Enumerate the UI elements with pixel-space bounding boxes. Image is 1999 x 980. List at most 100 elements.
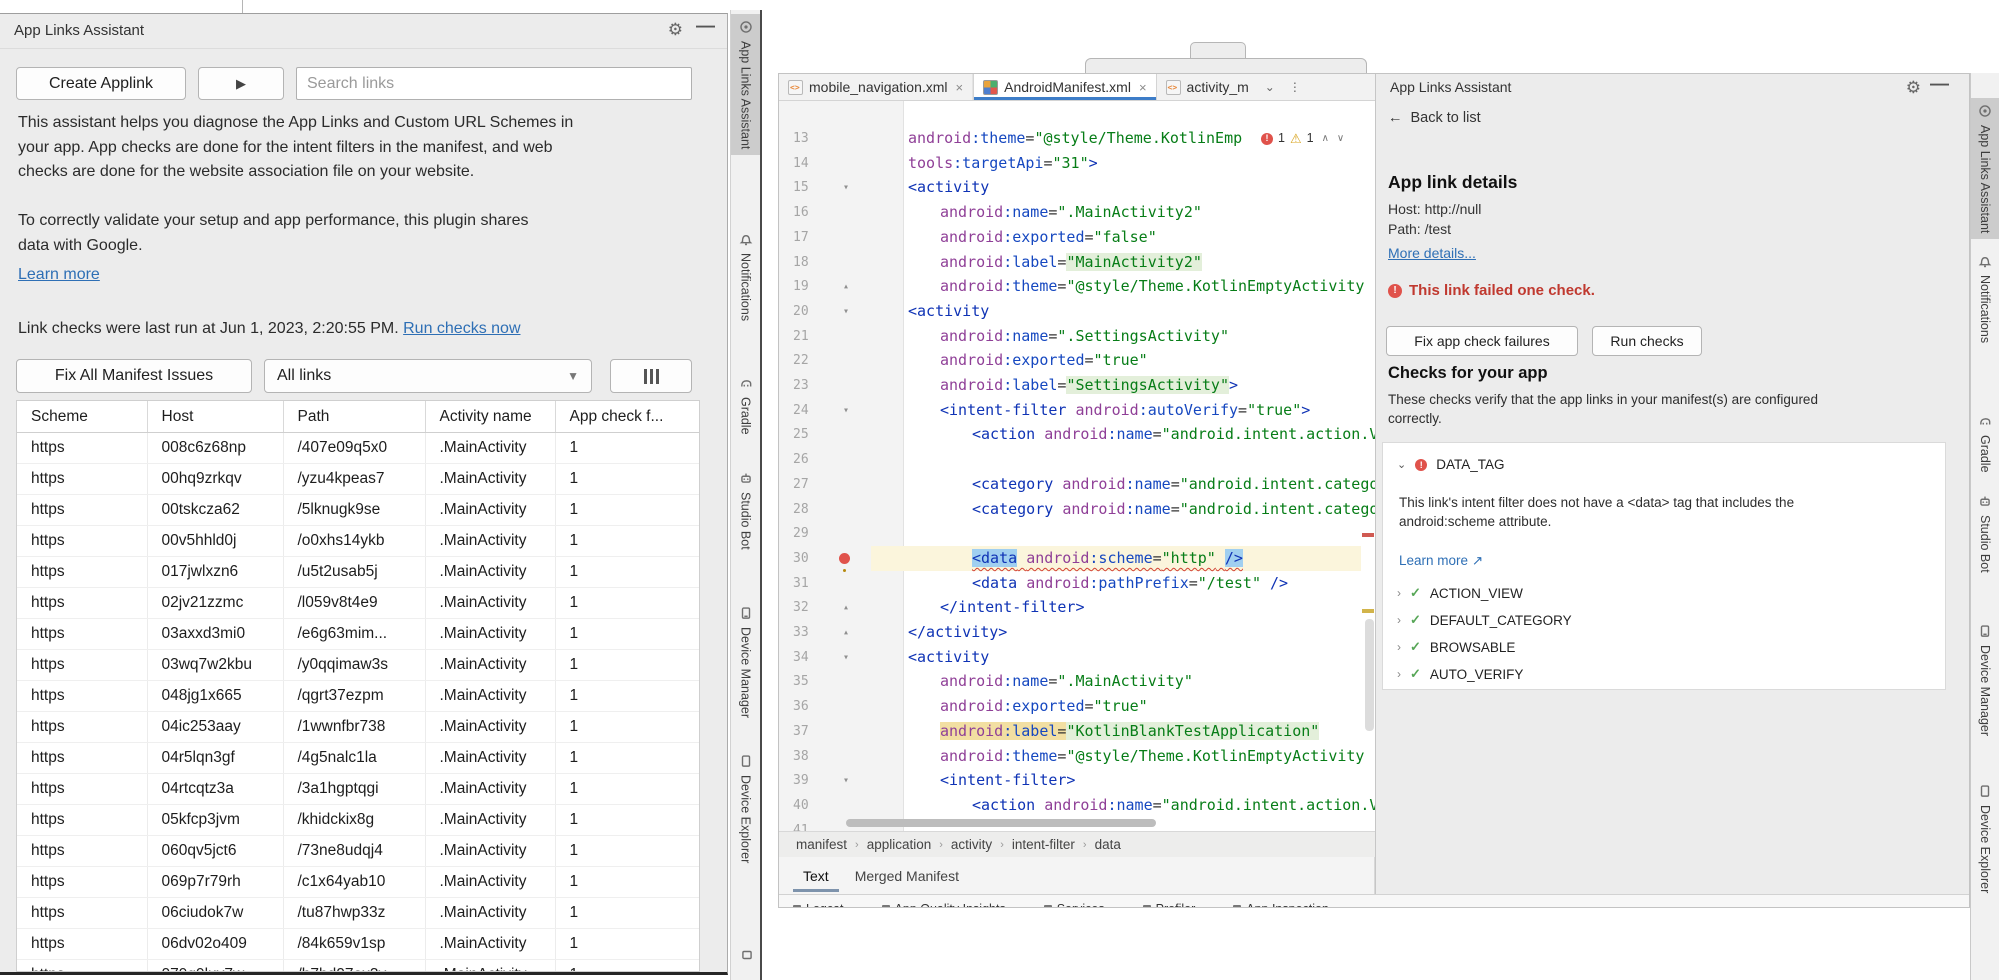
- code-line-14[interactable]: 14tools:targetApi="31">: [779, 151, 1375, 176]
- table-row[interactable]: https017jwlxzn6/u5t2usab5j.MainActivity1: [17, 557, 699, 588]
- table-row[interactable]: https060qv5jct6/73ne8udqj4.MainActivity1: [17, 836, 699, 867]
- vertical-scrollbar[interactable]: [1365, 619, 1374, 731]
- table-row[interactable]: https00tskcza62/5lknugk9se.MainActivity1: [17, 495, 699, 526]
- gear-icon[interactable]: ⚙: [1906, 78, 1921, 98]
- sidebar-tab-device-manager[interactable]: Device Manager: [731, 600, 760, 724]
- code-line-34[interactable]: 34▾<activity: [779, 645, 1375, 670]
- next-issue-icon[interactable]: ∨: [1337, 126, 1344, 151]
- code-line-25[interactable]: 25<action android:name="android.intent.a…: [779, 422, 1375, 447]
- editor-tab-activity_m[interactable]: activity_m: [1157, 74, 1258, 100]
- column-header[interactable]: Host: [147, 401, 283, 433]
- column-header[interactable]: Path: [283, 401, 425, 433]
- breadcrumb-item[interactable]: data: [1095, 837, 1121, 852]
- column-settings-button[interactable]: [610, 359, 692, 393]
- column-header[interactable]: App check f...: [555, 401, 699, 433]
- run-checks-now-link[interactable]: Run checks now: [403, 320, 520, 337]
- column-header[interactable]: Scheme: [17, 401, 147, 433]
- tab-list-chevron-icon[interactable]: ⌄: [1258, 74, 1282, 100]
- bottom-tab-merged-manifest[interactable]: Merged Manifest: [855, 868, 959, 884]
- table-row[interactable]: https008c6z68np/407e09q5x0.MainActivity1: [17, 433, 699, 464]
- code-line-23[interactable]: 23android:label="SettingsActivity">: [779, 373, 1375, 398]
- fold-icon[interactable]: ▾: [843, 175, 849, 200]
- code-line-39[interactable]: 39▾<intent-filter>: [779, 768, 1375, 793]
- fold-icon[interactable]: ▾: [843, 398, 849, 423]
- create-applink-button[interactable]: Create Applink: [16, 67, 186, 100]
- fold-icon[interactable]: ▴: [843, 620, 849, 645]
- fold-icon[interactable]: ▴: [843, 274, 849, 299]
- sidebar-tab-app-links-assistant[interactable]: App Links Assistant: [1971, 98, 1999, 239]
- code-line-19[interactable]: 19▴android:theme="@style/Theme.KotlinEmp…: [779, 274, 1375, 299]
- search-input[interactable]: [296, 67, 692, 100]
- back-to-list-link[interactable]: ← Back to list: [1388, 110, 1481, 126]
- sidebar-tab-app-links-assistant[interactable]: App Links Assistant: [731, 14, 760, 155]
- table-row[interactable]: https048jg1x665/qgrt37ezpm.MainActivity1: [17, 681, 699, 712]
- table-row[interactable]: https05kfcp3jvm/khidckix8g.MainActivity1: [17, 805, 699, 836]
- code-line-15[interactable]: 15▾<activity: [779, 175, 1375, 200]
- code-line-26[interactable]: 26: [779, 447, 1375, 472]
- column-header[interactable]: Activity name: [425, 401, 555, 433]
- inspection-widget[interactable]: !1⚠1∧∨: [1261, 126, 1344, 151]
- code-line-17[interactable]: 17android:exported="false": [779, 225, 1375, 250]
- code-line-18[interactable]: 18android:label="MainActivity2": [779, 250, 1375, 275]
- table-row[interactable]: https02jv21zzmc/l059v8t4e9.MainActivity1: [17, 588, 699, 619]
- gear-icon[interactable]: ⚙: [668, 20, 683, 40]
- editor-tab-mobile_navigation.xml[interactable]: mobile_navigation.xml×: [779, 74, 973, 100]
- horizontal-scrollbar[interactable]: [846, 819, 1156, 827]
- prev-issue-icon[interactable]: ∧: [1322, 126, 1329, 151]
- code-line-38[interactable]: 38android:theme="@style/Theme.KotlinEmpt…: [779, 744, 1375, 769]
- code-line-24[interactable]: 24▾<intent-filter android:autoVerify="tr…: [779, 398, 1375, 423]
- table-row[interactable]: https069p7r79rh/c1x64yab10.MainActivity1: [17, 867, 699, 898]
- code-line-13[interactable]: 13android:theme="@style/Theme.KotlinEmp!…: [779, 126, 1375, 151]
- passed-check-row-default_category[interactable]: ›✓DEFAULT_CATEGORY: [1397, 612, 1572, 628]
- code-line-20[interactable]: 20▾<activity: [779, 299, 1375, 324]
- code-line-30[interactable]: 30<data android:scheme="http" />: [779, 546, 1375, 571]
- close-icon[interactable]: ×: [956, 80, 964, 95]
- fold-icon[interactable]: ▴: [843, 595, 849, 620]
- passed-check-row-auto_verify[interactable]: ›✓AUTO_VERIFY: [1397, 666, 1523, 682]
- table-row[interactable]: https00v5hhld0j/o0xhs14ykb.MainActivity1: [17, 526, 699, 557]
- code-line-31[interactable]: 31<data android:pathPrefix="/test" />: [779, 571, 1375, 596]
- table-header-row[interactable]: SchemeHostPathActivity nameApp check f..…: [17, 401, 699, 433]
- window-titlebar[interactable]: App Links Assistant ⚙ —: [0, 14, 727, 49]
- breadcrumb-item[interactable]: intent-filter: [1012, 837, 1075, 852]
- code-line-28[interactable]: 28<category android:name="android.intent…: [779, 497, 1375, 522]
- toolbar-item-app-inspection[interactable]: App Inspection: [1233, 898, 1329, 908]
- code-line-29[interactable]: 29: [779, 521, 1375, 546]
- failed-check-row[interactable]: ⌄ ! DATA_TAG: [1397, 457, 1504, 472]
- sidebar-tab-studio-bot[interactable]: Studio Bot: [1971, 488, 1999, 579]
- code-editor[interactable]: 13android:theme="@style/Theme.KotlinEmp!…: [779, 101, 1375, 831]
- more-options-icon[interactable]: ⋮: [1282, 74, 1308, 100]
- breadcrumb-item[interactable]: activity: [951, 837, 992, 852]
- code-line-40[interactable]: 40<action android:name="android.intent.a…: [779, 793, 1375, 818]
- sidebar-tab-notifications[interactable]: Notifications: [1971, 248, 1999, 349]
- error-bulb-icon[interactable]: [839, 553, 850, 564]
- sidebar-tab-device-explorer[interactable]: Device Explorer: [1971, 778, 1999, 899]
- toolbar-item-services[interactable]: Services: [1044, 898, 1105, 908]
- passed-check-row-action_view[interactable]: ›✓ACTION_VIEW: [1397, 585, 1523, 601]
- play-button[interactable]: ▶: [198, 67, 284, 100]
- code-line-37[interactable]: 37android:label="KotlinBlankTestApplicat…: [779, 719, 1375, 744]
- code-line-27[interactable]: 27<category android:name="android.intent…: [779, 472, 1375, 497]
- fix-all-manifest-issues-button[interactable]: Fix All Manifest Issues: [16, 359, 252, 393]
- run-checks-button[interactable]: Run checks: [1592, 326, 1702, 356]
- breadcrumb-item[interactable]: application: [867, 837, 932, 852]
- toolbar-item-app-quality-insights[interactable]: App Quality Insights: [882, 898, 1006, 908]
- learn-more-link[interactable]: Learn more ↗: [1399, 553, 1483, 569]
- toolbar-item-logcat[interactable]: Logcat: [793, 898, 844, 908]
- code-line-36[interactable]: 36android:exported="true": [779, 694, 1375, 719]
- passed-check-row-browsable[interactable]: ›✓BROWSABLE: [1397, 639, 1515, 655]
- code-line-22[interactable]: 22android:exported="true": [779, 348, 1375, 373]
- breadcrumb-item[interactable]: manifest: [796, 837, 847, 852]
- minimize-icon[interactable]: —: [1930, 74, 1949, 96]
- sidebar-tab-device-manager[interactable]: Device Manager: [1971, 618, 1999, 742]
- fix-app-check-failures-button[interactable]: Fix app check failures: [1386, 326, 1578, 356]
- fold-icon[interactable]: ▾: [843, 768, 849, 793]
- more-details-link[interactable]: More details...: [1388, 245, 1476, 261]
- table-row[interactable]: https03axxd3mi0/e6g63mim....MainActivity…: [17, 619, 699, 650]
- sidebar-tab-device-explorer[interactable]: Device Explorer: [731, 748, 760, 869]
- tool-icon[interactable]: [740, 948, 754, 967]
- table-row[interactable]: https06dv02o409/84k659v1sp.MainActivity1: [17, 929, 699, 960]
- code-line-16[interactable]: 16android:name=".MainActivity2": [779, 200, 1375, 225]
- error-stripe-mark[interactable]: [1362, 533, 1374, 537]
- learn-more-link[interactable]: Learn more: [18, 266, 100, 284]
